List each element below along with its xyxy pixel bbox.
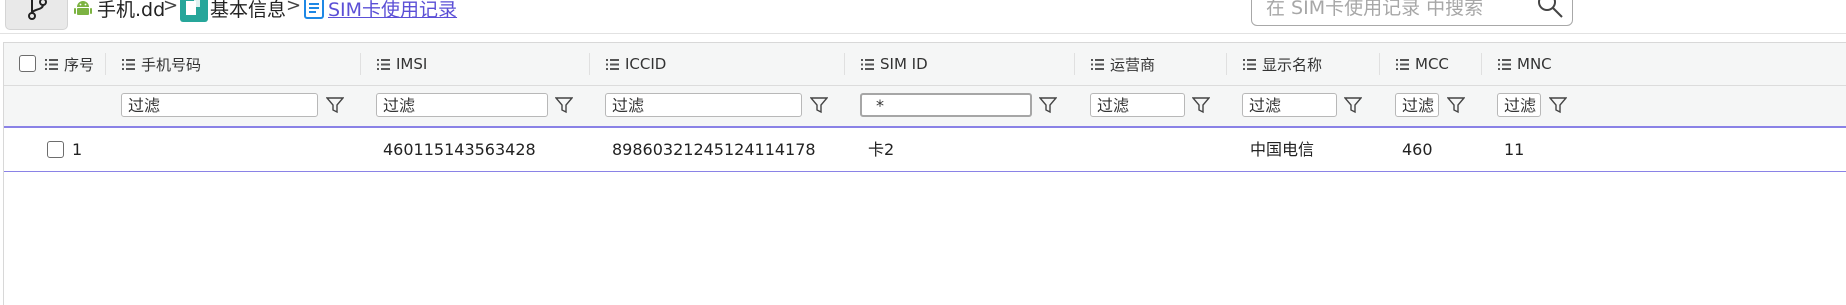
list-lines-icon — [377, 58, 390, 70]
column-header-label: 显示名称 — [1262, 55, 1323, 74]
column-header-carrier[interactable]: 运营商 — [1091, 43, 1155, 85]
row-checkbox[interactable] — [47, 141, 64, 158]
filter-input-carrier[interactable]: 过滤 — [1090, 93, 1185, 117]
cell-mnc: 11 — [1504, 140, 1525, 159]
column-header-label: SIM ID — [880, 55, 928, 73]
column-header-mnc[interactable]: MNC — [1498, 43, 1552, 85]
grid-header: 序号 手机号码 IMSI ICCID SIM ID 运营商 显示名称 MCC M… — [4, 43, 1846, 86]
data-grid: 序号 手机号码 IMSI ICCID SIM ID 运营商 显示名称 MCC M… — [3, 42, 1846, 305]
cell-imsi: 460115143563428 — [383, 140, 536, 159]
column-header-imsi[interactable]: IMSI — [377, 43, 427, 85]
filter-input-iccid[interactable]: 过滤 — [605, 93, 802, 117]
breadcrumb-label: 基本信息 — [210, 0, 287, 21]
column-separator[interactable] — [1074, 53, 1075, 75]
list-lines-icon — [606, 58, 619, 70]
cell-sim-id: 卡2 — [868, 140, 895, 159]
filter-icon[interactable] — [1039, 96, 1057, 114]
list-lines-icon — [861, 58, 874, 70]
column-header-index[interactable]: 序号 — [45, 43, 94, 85]
column-header-iccid[interactable]: ICCID — [606, 43, 666, 85]
filter-input-mcc[interactable]: 过滤 — [1395, 93, 1439, 117]
column-header-sim-id[interactable]: SIM ID — [861, 43, 928, 85]
column-separator[interactable] — [360, 53, 361, 75]
breadcrumb-item-device[interactable]: 手机.dd — [73, 0, 165, 22]
cell-mcc: 460 — [1402, 140, 1433, 159]
breadcrumb-label: SIM卡使用记录 — [328, 0, 458, 21]
column-separator[interactable] — [105, 53, 106, 75]
list-lines-icon — [1498, 58, 1511, 70]
select-all-checkbox[interactable] — [19, 55, 36, 72]
list-lines-icon — [1396, 58, 1409, 70]
table-row[interactable]: 1 460115143563428 89860321245124114178 卡… — [4, 128, 1846, 172]
filter-input-phone[interactable]: 过滤 — [121, 93, 318, 117]
column-separator[interactable] — [589, 53, 590, 75]
breadcrumb-separator: > — [286, 0, 302, 16]
column-header-mcc[interactable]: MCC — [1396, 43, 1449, 85]
git-branch-icon — [27, 0, 47, 20]
filter-icon[interactable] — [1549, 96, 1567, 114]
filter-input-sim-id[interactable]: * — [860, 93, 1032, 117]
top-bar: 手机.dd > 基本信息 > SIM卡使用记录 在 SIM卡使用记录 中搜索 — [0, 0, 1846, 42]
filter-icon[interactable] — [326, 96, 344, 114]
search-placeholder: 在 SIM卡使用记录 中搜索 — [1266, 0, 1484, 19]
filter-icon[interactable] — [555, 96, 573, 114]
filter-icon[interactable] — [1344, 96, 1362, 114]
filter-icon[interactable] — [1192, 96, 1210, 114]
column-header-label: ICCID — [625, 55, 667, 73]
column-header-label: MCC — [1415, 55, 1449, 73]
branch-button[interactable] — [5, 0, 68, 30]
list-lines-icon — [122, 58, 135, 70]
column-header-label: 手机号码 — [141, 55, 202, 74]
cell-iccid: 89860321245124114178 — [612, 140, 816, 159]
filter-row: 过滤 过滤 过滤 * 过滤 过滤 过滤 过滤 — [4, 86, 1846, 128]
column-header-label: MNC — [1517, 55, 1552, 73]
column-header-display-name[interactable]: 显示名称 — [1243, 43, 1322, 85]
cell-index: 1 — [72, 140, 83, 159]
cell-display-name: 中国电信 — [1250, 140, 1315, 159]
column-separator[interactable] — [844, 53, 845, 75]
filter-icon[interactable] — [1447, 96, 1465, 114]
breadcrumb-label: 手机.dd — [97, 0, 166, 21]
list-lines-icon — [1243, 58, 1256, 70]
breadcrumb-item-basic-info[interactable]: 基本信息 — [180, 0, 286, 22]
list-lines-icon — [45, 58, 58, 70]
breadcrumb-item-sim-records[interactable]: SIM卡使用记录 — [304, 0, 457, 22]
column-header-label: 序号 — [64, 55, 95, 74]
filter-input-display-name[interactable]: 过滤 — [1242, 93, 1337, 117]
column-separator[interactable] — [1226, 53, 1227, 75]
column-header-label: IMSI — [396, 55, 428, 73]
list-lines-icon — [1091, 58, 1104, 70]
filter-icon[interactable] — [810, 96, 828, 114]
top-divider — [0, 33, 1846, 34]
list-doc-icon — [304, 0, 324, 19]
document-icon — [180, 0, 208, 22]
filter-input-mnc[interactable]: 过滤 — [1497, 93, 1541, 117]
column-separator[interactable] — [1379, 53, 1380, 75]
search-input[interactable]: 在 SIM卡使用记录 中搜索 — [1251, 0, 1573, 26]
column-separator[interactable] — [1481, 53, 1482, 75]
search-icon[interactable] — [1536, 0, 1564, 19]
android-icon — [74, 1, 92, 15]
filter-input-imsi[interactable]: 过滤 — [376, 93, 548, 117]
column-header-phone[interactable]: 手机号码 — [122, 43, 201, 85]
breadcrumb-separator: > — [163, 0, 179, 16]
column-header-label: 运营商 — [1110, 55, 1156, 74]
